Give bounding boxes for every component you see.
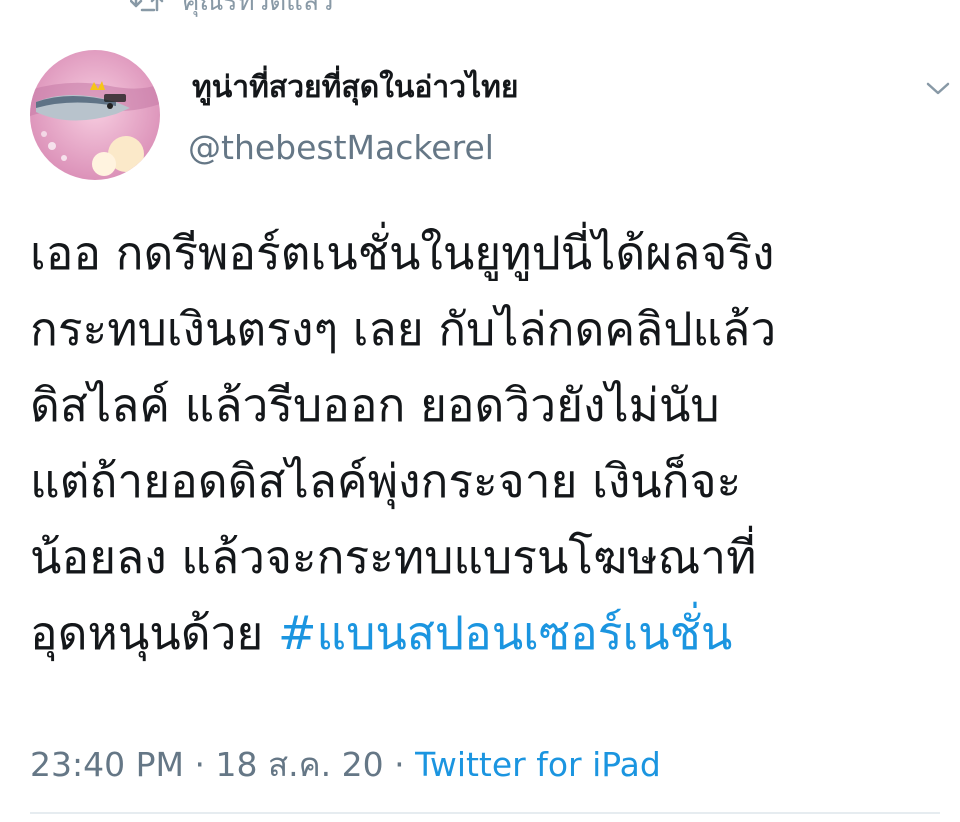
- meta-separator: ·: [194, 745, 205, 784]
- tweet-meta: 23:40 PM · 18 ส.ค. 20 · Twitter for iPad: [30, 738, 661, 791]
- retweet-context-label: คุณรีทวีตแล้ว: [182, 0, 334, 17]
- mackerel-avatar-image: [30, 50, 160, 180]
- meta-separator: ·: [394, 745, 405, 784]
- tweet-line: เออ กดรีพอร์ตเนชั่นในยูทูปนี่ได้ผลจริง: [30, 226, 775, 280]
- tweet-line: กระทบเงินตรงๆ เลย กับไล่กดคลิปแล้ว: [30, 302, 777, 356]
- tweet-text: เออ กดรีพอร์ตเนชั่นในยูทูปนี่ได้ผลจริง ก…: [30, 215, 940, 671]
- tweet-source-link[interactable]: Twitter for iPad: [415, 745, 661, 784]
- tweet-line: น้อยลง แล้วจะกระทบแบรนโฆษณาที่: [30, 530, 757, 584]
- tweet-date[interactable]: 18 ส.ค. 20: [215, 745, 383, 784]
- author-display-name[interactable]: ทูน่าที่สวยที่สุดในอ่าวไทย: [192, 64, 519, 111]
- hashtag-link[interactable]: #แบนสปอนเซอร์เนชั่น: [278, 606, 732, 660]
- tweet-line-last: อุดหนุนด้วย #แบนสปอนเซอร์เนชั่น: [30, 595, 940, 671]
- tweet-line: ดิสไลค์ แล้วรีบออก ยอดวิวยังไม่นับ: [30, 378, 720, 432]
- chevron-down-icon[interactable]: [922, 76, 954, 100]
- retweet-icon: [130, 0, 164, 12]
- author-handle[interactable]: @thebestMackerel: [188, 128, 494, 167]
- avatar[interactable]: [30, 50, 160, 180]
- tweet-line-text: อุดหนุนด้วย: [30, 606, 278, 660]
- tweet-time[interactable]: 23:40 PM: [30, 745, 184, 784]
- divider: [30, 812, 940, 814]
- tweet-line: แต่ถ้ายอดดิสไลค์พุ่งกระจาย เงินก็จะ: [30, 454, 742, 508]
- retweet-context: คุณรีทวีตแล้ว: [130, 0, 333, 17]
